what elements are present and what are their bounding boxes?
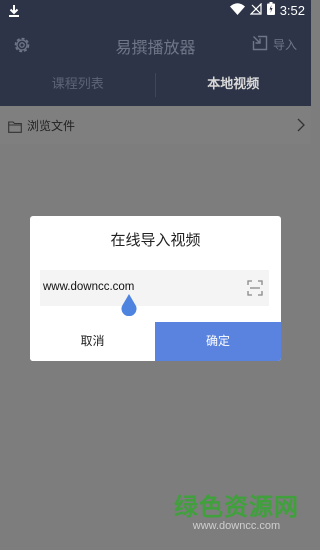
watermark: 绿色资源网 www.downcc.com <box>174 487 299 532</box>
import-icon <box>252 35 268 54</box>
url-input-value: www.downcc.com <box>43 281 135 293</box>
clock: 3:52 <box>279 2 305 18</box>
url-input[interactable]: www.downcc.com <box>40 270 269 306</box>
tab-divider <box>155 73 156 97</box>
cancel-button[interactable]: 取消 <box>30 322 155 361</box>
browse-files-row[interactable]: 浏览文件 <box>0 106 311 144</box>
import-button[interactable]: 导入 <box>252 35 297 54</box>
confirm-button[interactable]: 确定 <box>155 322 281 361</box>
scan-icon[interactable] <box>247 280 263 300</box>
app-bar: 易撰播放器 导入 <box>0 22 311 66</box>
status-bar: 3:52 <box>0 0 311 22</box>
browse-files-label: 浏览文件 <box>27 119 76 133</box>
chevron-right-icon <box>297 117 305 136</box>
battery-icon <box>266 2 275 18</box>
wifi-icon <box>229 2 245 18</box>
dialog-title: 在线导入视频 <box>110 231 201 249</box>
import-label: 导入 <box>272 38 297 52</box>
tab-local-video[interactable]: 本地视频 <box>156 66 312 106</box>
tab-course-list[interactable]: 课程列表 <box>0 66 156 106</box>
folder-icon <box>8 118 22 137</box>
online-import-dialog: 在线导入视频 www.downcc.com 取消 确定 <box>30 216 281 361</box>
download-icon <box>8 3 20 22</box>
signal-off-icon <box>249 2 262 18</box>
text-cursor-handle[interactable] <box>120 294 138 320</box>
watermark-title: 绿色资源网 <box>174 493 299 521</box>
